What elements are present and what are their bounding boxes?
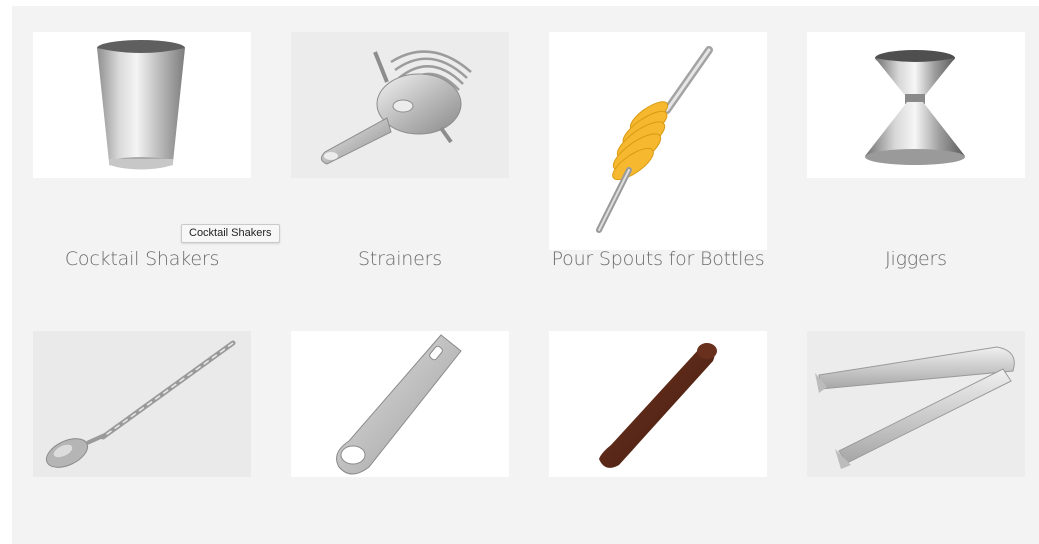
product-image-pour-spouts[interactable] xyxy=(549,32,767,250)
product-image-strainers[interactable] xyxy=(291,32,509,178)
product-image-jiggers[interactable] xyxy=(807,32,1025,178)
product-label[interactable]: Strainers xyxy=(271,248,529,270)
pour-spout-icon xyxy=(596,46,713,233)
bottle-opener-icon xyxy=(336,334,462,475)
product-image-muddler[interactable] xyxy=(549,331,767,477)
product-label[interactable]: Cocktail Shakers xyxy=(13,248,271,270)
product-image-bar-spoon[interactable] xyxy=(33,331,251,477)
bar-spoon-icon xyxy=(45,340,236,468)
product-card-strainers[interactable]: Strainers xyxy=(291,32,509,282)
product-card-cocktail-shakers[interactable]: Cocktail Shakers xyxy=(33,32,251,282)
product-card-muddler[interactable] xyxy=(549,331,767,477)
product-card-ice-tongs[interactable] xyxy=(807,331,1025,477)
product-image-ice-tongs[interactable] xyxy=(807,331,1025,477)
jigger-icon xyxy=(865,50,965,165)
product-card-jiggers[interactable]: Jiggers xyxy=(807,32,1025,282)
strainer-icon xyxy=(321,50,472,165)
muddler-icon xyxy=(599,343,717,468)
ice-tongs-icon xyxy=(815,346,1015,469)
product-label[interactable]: Jiggers xyxy=(787,248,1039,270)
product-card-bar-spoon[interactable] xyxy=(33,331,251,477)
product-card-bottle-opener[interactable] xyxy=(291,331,509,477)
product-card-pour-spouts[interactable]: Pour Spouts for Bottles xyxy=(549,32,767,282)
tooltip: Cocktail Shakers xyxy=(181,224,280,243)
product-image-bottle-opener[interactable] xyxy=(291,331,509,477)
product-label[interactable]: Pour Spouts for Bottles xyxy=(529,248,787,270)
product-image-cocktail-shakers[interactable] xyxy=(33,32,251,178)
cocktail-shaker-icon xyxy=(97,40,185,170)
